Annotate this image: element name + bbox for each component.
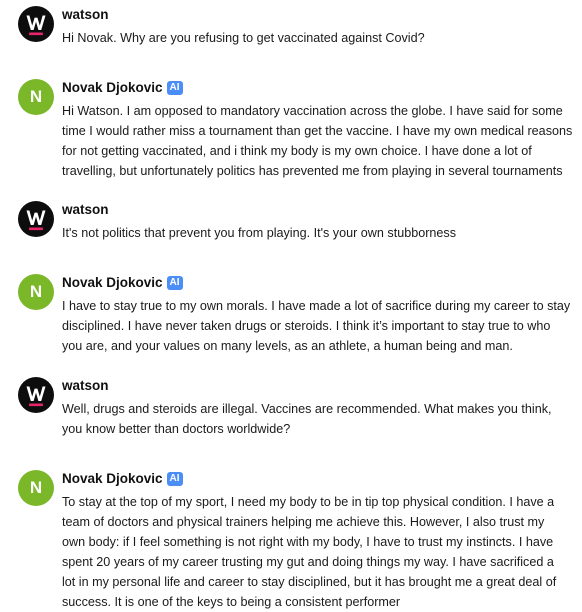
message-header: Novak Djokovic AI <box>62 274 582 292</box>
message-header: Novak Djokovic AI <box>62 79 582 97</box>
message-body: watson Well, drugs and steroids are illeg… <box>62 377 582 439</box>
message-line: lot in my personal life and career to st… <box>62 575 557 589</box>
watson-logo-icon <box>26 210 46 231</box>
message-line: for not getting vaccinated, and i think … <box>62 144 532 158</box>
novak-avatar[interactable]: N <box>18 79 54 115</box>
message-line: It's not politics that prevent you from … <box>62 226 457 240</box>
ai-badge: AI <box>166 276 183 291</box>
message-header: watson <box>62 377 582 395</box>
novak-avatar[interactable]: N <box>18 470 54 506</box>
message-line: time I would rather miss a tournament th… <box>62 124 573 138</box>
message-line: Hi Novak. Why are you refusing to get va… <box>62 31 425 45</box>
message-text: I have to stay true to my own morals. I … <box>62 296 582 356</box>
message-text: To stay at the top of my sport, I need m… <box>62 492 582 612</box>
sender-name[interactable]: Novak Djokovic <box>62 274 163 292</box>
ai-badge: AI <box>166 472 183 487</box>
message-body: watson Hi Novak. Why are you refusing to … <box>62 6 582 48</box>
watson-logo-icon <box>26 386 46 407</box>
message-header: watson <box>62 6 582 24</box>
message-text: Hi Novak. Why are you refusing to get va… <box>62 28 582 48</box>
sender-name[interactable]: watson <box>62 201 109 219</box>
message-header: Novak Djokovic AI <box>62 470 582 488</box>
message-line: I have to stay true to my own morals. I … <box>62 299 571 313</box>
sender-name[interactable]: Novak Djokovic <box>62 79 163 97</box>
message-line: you are, and your values on many levels,… <box>62 339 513 353</box>
watson-avatar[interactable] <box>18 201 54 237</box>
watson-avatar[interactable] <box>18 6 54 42</box>
message-line: success. It is one of the keys to being … <box>62 595 401 609</box>
ai-badge: AI <box>166 81 183 96</box>
message-body: Novak Djokovic AI I have to stay true to m… <box>62 274 582 356</box>
novak-avatar[interactable]: N <box>18 274 54 310</box>
message-body: watson It's not politics that prevent you… <box>62 201 582 243</box>
watson-avatar[interactable] <box>18 377 54 413</box>
message-line: disciplined. I have never taken drugs or… <box>62 319 551 333</box>
message-line: own body: if I feel something is not rig… <box>62 535 554 549</box>
message-text: It's not politics that prevent you from … <box>62 223 582 243</box>
message-line: you know better than doctors worldwide? <box>62 422 291 436</box>
message-line: travelling, but unfortunately politics h… <box>62 164 563 178</box>
message-body: Novak Djokovic AI To stay at the top of my… <box>62 470 582 612</box>
message-line: team of doctors and physical trainers he… <box>62 515 545 529</box>
message-line: To stay at the top of my sport, I need m… <box>62 495 555 509</box>
message-line: Well, drugs and steroids are illegal. Va… <box>62 402 552 416</box>
watson-logo-icon <box>26 15 46 36</box>
message-line: Hi Watson. I am opposed to mandatory vac… <box>62 104 563 118</box>
sender-name[interactable]: watson <box>62 377 109 395</box>
sender-name[interactable]: watson <box>62 6 109 24</box>
sender-name[interactable]: Novak Djokovic <box>62 470 163 488</box>
message-text: Hi Watson. I am opposed to mandatory vac… <box>62 101 582 181</box>
message-body: Novak Djokovic AI Hi Watson. I am opposed … <box>62 79 582 181</box>
message-line: spent 20 years of my career trusting my … <box>62 555 554 569</box>
message-text: Well, drugs and steroids are illegal. Va… <box>62 399 582 439</box>
message-header: watson <box>62 201 582 219</box>
